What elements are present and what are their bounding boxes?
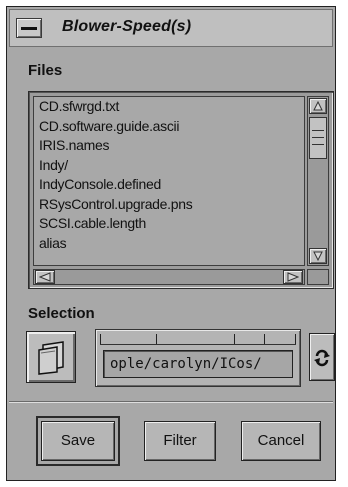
filter-button[interactable]: Filter [144,421,216,461]
files-label: Files [28,62,63,79]
path-segment[interactable] [156,334,157,344]
folder-icon [38,341,64,375]
vertical-scroll-thumb[interactable] [309,117,327,159]
list-item[interactable]: alias [34,234,304,254]
horizontal-scrollbar[interactable] [33,269,305,285]
list-item[interactable]: Indy/ [34,156,304,176]
folder-button[interactable] [26,331,76,383]
arrow-left-icon[interactable] [35,270,55,284]
selection-path-box: ople/carolyn/ICos/ [95,329,301,387]
window-title: Blower-Speed(s) [62,18,192,35]
list-item[interactable]: CD.sfwrgd.txt [34,97,304,117]
path-segment[interactable] [100,334,101,344]
file-dialog-window: Blower-Speed(s) Files CD.sfwrgd.txt CD.s… [6,6,336,481]
button-divider [9,401,333,403]
list-item[interactable]: RSysControl.upgrade.pns [34,195,304,215]
vertical-scrollbar[interactable] [307,96,329,266]
arrow-right-icon[interactable] [283,270,303,284]
selection-label: Selection [28,305,95,322]
files-list[interactable]: CD.sfwrgd.txt CD.software.guide.ascii IR… [33,96,305,266]
list-item[interactable]: SCSI.cable.length [34,214,304,234]
selection-path-input[interactable]: ople/carolyn/ICos/ [103,350,293,378]
save-button[interactable]: Save [36,416,120,466]
path-segment[interactable] [264,334,265,344]
path-segment[interactable] [295,334,296,344]
list-item[interactable]: IndyConsole.defined [34,175,304,195]
path-segment[interactable] [234,334,235,344]
arrow-down-icon[interactable] [309,248,327,264]
list-item[interactable]: IRIS.names [34,136,304,156]
title-bar[interactable]: Blower-Speed(s) [9,9,333,47]
scroll-corner [307,269,329,285]
cycle-arrows-icon [314,349,330,367]
cycle-button[interactable] [309,333,335,381]
arrow-up-icon[interactable] [309,98,327,114]
window-menu-icon[interactable] [16,18,42,38]
cancel-button[interactable]: Cancel [241,421,321,461]
list-item[interactable]: CD.software.guide.ascii [34,117,304,137]
files-list-frame: CD.sfwrgd.txt CD.software.guide.ascii IR… [28,91,334,289]
